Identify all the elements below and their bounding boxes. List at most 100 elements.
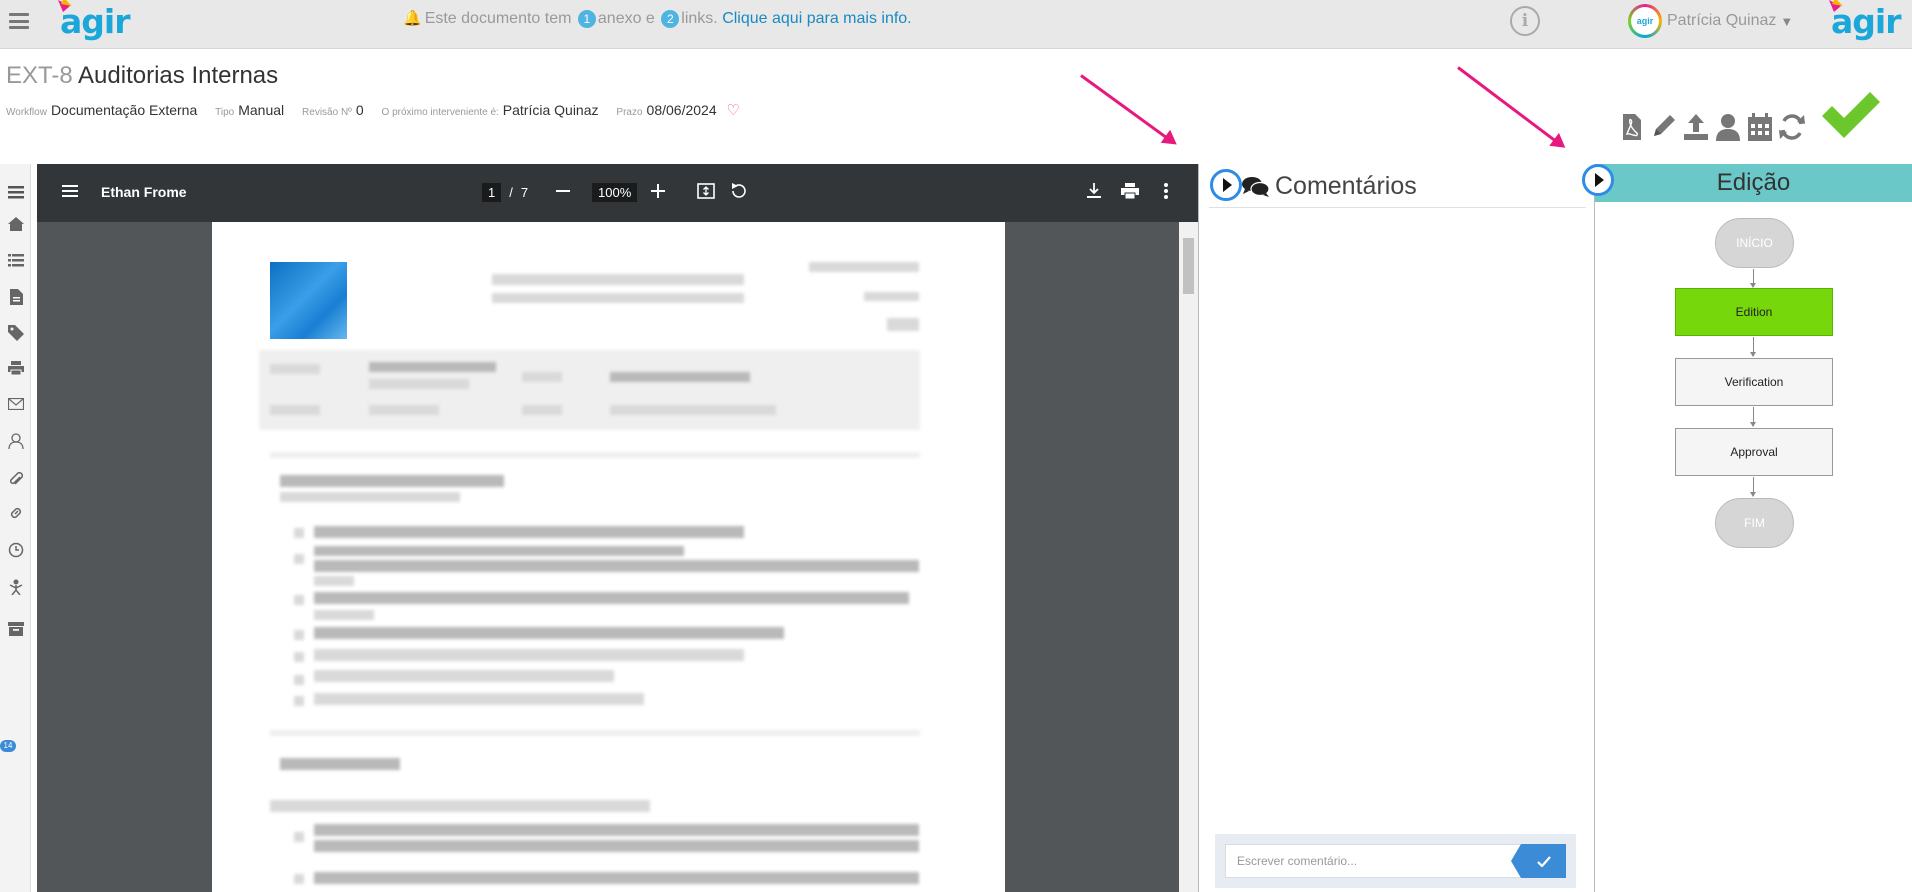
annotation-arrow — [1457, 66, 1563, 147]
redacted-text — [522, 372, 562, 382]
comment-composer: Escrever comentário... — [1215, 834, 1576, 888]
meta-label: Workflow — [6, 107, 47, 118]
document-title: Auditorias Internas — [78, 62, 279, 89]
company-logo — [270, 262, 347, 339]
redacted-text — [314, 824, 919, 836]
home-icon[interactable] — [7, 215, 25, 233]
redacted-text — [864, 292, 919, 301]
fit-page-icon[interactable] — [695, 180, 717, 202]
mail-icon[interactable] — [7, 395, 25, 413]
redacted-text — [270, 405, 320, 415]
flow-connector — [1750, 337, 1756, 357]
info-icon[interactable]: i — [1510, 6, 1540, 36]
redacted-text — [270, 800, 650, 812]
zoom-level[interactable]: 100% — [592, 183, 638, 202]
left-sidebar: 14 — [0, 164, 31, 892]
clock-icon[interactable] — [7, 541, 25, 559]
user-icon[interactable] — [1714, 108, 1742, 142]
paperclip-icon[interactable] — [7, 470, 25, 488]
redacted-heading — [280, 758, 400, 770]
print-icon[interactable] — [1119, 180, 1141, 202]
attachments-count-badge: 1 — [577, 10, 596, 28]
more-options-icon[interactable] — [1155, 180, 1177, 202]
workflow-icon[interactable] — [7, 578, 25, 596]
redacted-bullet — [294, 595, 304, 605]
redacted-text — [314, 627, 784, 639]
menu-icon[interactable] — [7, 183, 25, 201]
comments-icon — [1242, 177, 1270, 197]
redacted-text — [314, 693, 644, 705]
users-icon[interactable] — [7, 432, 25, 450]
redacted-bullet — [294, 528, 304, 538]
page-total: 7 — [520, 185, 529, 200]
attachments-notice: 🔔 Este documento tem 1 anexo e 2 links. Cli… — [403, 9, 912, 28]
archive-icon[interactable] — [7, 620, 25, 638]
flow-step-verification[interactable]: Verification — [1675, 358, 1833, 406]
flow-connector — [1750, 269, 1756, 288]
redacted-bullet — [294, 630, 304, 640]
page-number-input[interactable]: 1 — [482, 183, 502, 202]
rotate-icon[interactable] — [727, 180, 749, 202]
collapse-edition-button[interactable] — [1582, 164, 1614, 196]
favorite-heart-icon[interactable]: ♡ — [727, 102, 740, 119]
meta-workflow: Documentação Externa — [50, 102, 198, 118]
user-menu[interactable]: agir Patrícia Quinaz ▼ — [1628, 4, 1793, 38]
user-name: Patrícia Quinaz — [1667, 12, 1777, 29]
document-icon[interactable] — [7, 288, 25, 306]
redacted-text — [522, 405, 562, 415]
edit-icon[interactable] — [1650, 108, 1678, 142]
pdf-icon[interactable] — [1618, 108, 1646, 142]
document-meta: Workflow Documentação Externa Tipo Manual … — [6, 101, 740, 119]
scrollbar-thumb[interactable] — [1183, 238, 1194, 294]
link-icon[interactable] — [7, 504, 25, 522]
refresh-icon[interactable] — [1778, 108, 1806, 142]
flow-end-node: FIM — [1715, 498, 1794, 548]
download-icon[interactable] — [1083, 180, 1105, 202]
redacted-divider — [270, 452, 920, 458]
redacted-bullet — [294, 874, 304, 884]
print-icon[interactable] — [7, 359, 25, 377]
edition-panel: Edição INÍCIO Edition Verification Appro… — [1582, 164, 1912, 892]
list-icon[interactable] — [7, 251, 25, 269]
document-code: EXT-8 — [6, 62, 73, 89]
redacted-bullet — [294, 675, 304, 685]
pdf-page — [212, 222, 1005, 892]
pdf-scrollbar[interactable] — [1179, 222, 1198, 892]
notice-text: links. — [681, 10, 718, 27]
zoom-in-icon[interactable] — [647, 180, 669, 202]
main-menu-icon[interactable] — [9, 13, 29, 29]
bell-icon: 🔔 — [403, 10, 422, 27]
top-bar: agir 🔔 Este documento tem 1 anexo e 2 links… — [0, 0, 1912, 49]
redacted-bullet — [294, 696, 304, 706]
comment-input[interactable]: Escrever comentário... — [1225, 844, 1521, 878]
tags-icon[interactable] — [7, 324, 25, 342]
more-info-link[interactable]: Clique aqui para mais info. — [722, 10, 911, 27]
calendar-icon[interactable] — [1746, 108, 1774, 142]
redacted-text — [492, 293, 744, 303]
chevron-down-icon: ▼ — [1780, 13, 1794, 29]
upload-icon[interactable] — [1682, 108, 1710, 142]
meta-type: Manual — [238, 102, 285, 118]
redacted-text — [809, 262, 919, 272]
flow-step-approval[interactable]: Approval — [1675, 428, 1833, 476]
sidebar-toggle-icon[interactable] — [59, 180, 81, 202]
redacted-text — [314, 670, 614, 682]
collapse-comments-button[interactable] — [1210, 169, 1242, 201]
approve-check-icon[interactable] — [1818, 90, 1882, 140]
redacted-table — [259, 350, 920, 430]
flow-step-edition[interactable]: Edition — [1675, 288, 1833, 336]
checkmark-icon — [1536, 855, 1551, 867]
redacted-text — [492, 274, 744, 285]
redacted-text — [314, 610, 374, 620]
agir-logo[interactable]: agir — [58, 0, 130, 41]
zoom-out-icon[interactable] — [552, 180, 574, 202]
send-comment-button[interactable] — [1511, 844, 1566, 878]
comments-title: Comentários — [1275, 172, 1417, 200]
redacted-text — [314, 526, 744, 538]
redacted-text — [314, 546, 684, 556]
comments-header: Comentários — [1209, 164, 1586, 208]
redacted-text — [369, 362, 496, 372]
redacted-heading — [280, 475, 504, 487]
meta-next-person: Patrícia Quinaz — [502, 102, 599, 118]
page-title: EXT-8 Auditorias Internas — [6, 62, 278, 90]
